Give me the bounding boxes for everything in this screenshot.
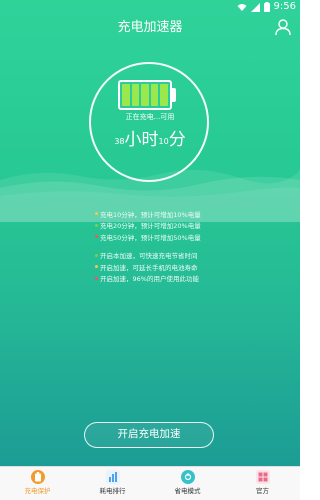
tab-label: 耗电排行 — [99, 487, 126, 495]
ranking-icon — [105, 470, 120, 484]
battery-icon — [263, 2, 270, 12]
battery-cap — [172, 88, 176, 102]
battery-protect-icon — [30, 470, 45, 484]
status-time: 9:56 — [273, 1, 296, 12]
tip-text: 开启本加速，可快速充电节省时间 — [100, 252, 198, 261]
battery-cell — [131, 84, 140, 106]
tab-label: 官方 — [256, 487, 269, 495]
wifi-icon — [237, 3, 247, 11]
estimate-line-2: 充电20分钟，预计可增加20%电量 — [95, 220, 295, 232]
tab-official[interactable]: 官方 — [225, 467, 300, 500]
estimate-text: 充电10分钟，预计可增加10%电量 — [100, 210, 201, 219]
tip-line-1: 开启本加速，可快速充电节省时间 — [95, 250, 295, 262]
estimate-line-3: 充电50分钟，预计可增加50%电量 — [95, 231, 295, 243]
hours-value: 38 — [114, 137, 125, 146]
minutes-label: 分 — [168, 130, 186, 150]
battery-level-icon — [118, 80, 172, 110]
signal-icon — [250, 2, 260, 12]
bottom-tab-bar: 充电保护 耗电排行 省电模式 官方 — [0, 466, 300, 500]
tab-power-ranking[interactable]: 耗电排行 — [75, 467, 150, 500]
tab-charge-protect[interactable]: 充电保护 — [0, 467, 75, 500]
tip-text: 开启加速，96%的用户使用此功能 — [100, 275, 199, 284]
tab-power-save[interactable]: 省电模式 — [150, 467, 225, 500]
start-boost-button[interactable]: 开启充电加速 — [84, 422, 214, 448]
remaining-time: 38 小时 10 分 — [90, 129, 210, 151]
battery-cell — [150, 84, 159, 106]
hours-label: 小时 — [124, 130, 159, 150]
main-screen: 9:56 充电加速器 正在充电...可用 38 小时 10 分 充电10分钟，预… — [0, 0, 300, 466]
power-save-icon — [180, 470, 195, 484]
page-title: 充电加速器 — [117, 20, 183, 35]
bullet-icon — [95, 276, 98, 280]
charging-status: 正在充电...可用 — [125, 113, 175, 121]
user-icon[interactable] — [274, 18, 292, 36]
bullet-icon — [95, 235, 98, 239]
official-icon — [255, 470, 270, 484]
estimate-line-1: 充电10分钟，预计可增加10%电量 — [95, 208, 295, 220]
battery-cell — [141, 84, 149, 106]
header: 充电加速器 — [0, 14, 300, 42]
bullet-icon — [95, 212, 98, 216]
status-icons: 9:56 — [237, 0, 296, 14]
battery-cell — [160, 84, 168, 106]
tip-line-3: 开启加速，96%的用户使用此功能 — [95, 273, 295, 285]
battery-cell — [122, 84, 130, 106]
tip-text: 开启加速，可延长手机的电池寿命 — [100, 263, 198, 272]
estimate-text: 充电20分钟，预计可增加20%电量 — [100, 222, 201, 231]
estimate-text: 充电50分钟，预计可增加50%电量 — [100, 233, 201, 242]
minutes-value: 10 — [158, 137, 169, 146]
tab-label: 充电保护 — [24, 487, 51, 495]
bullet-icon — [95, 223, 98, 227]
tab-label: 省电模式 — [174, 487, 201, 495]
bullet-icon — [95, 253, 98, 257]
status-bar: 9:56 — [0, 0, 300, 14]
charging-info: 充电10分钟，预计可增加10%电量 充电20分钟，预计可增加20%电量 充电50… — [95, 208, 295, 284]
tip-line-2: 开启加速，可延长手机的电池寿命 — [95, 261, 295, 273]
bullet-icon — [95, 265, 98, 269]
